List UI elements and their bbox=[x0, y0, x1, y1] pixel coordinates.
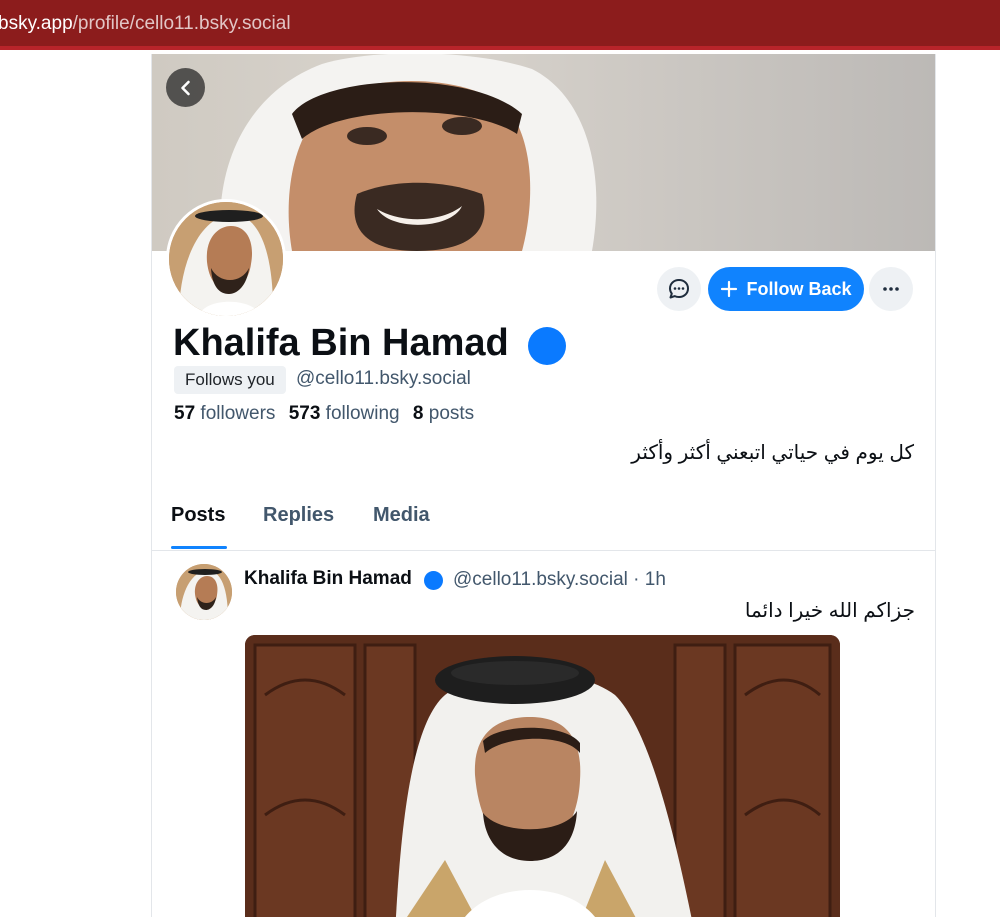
profile-tabs: Posts Replies Media bbox=[152, 494, 935, 551]
tab-replies[interactable]: Replies bbox=[263, 504, 334, 527]
tab-posts[interactable]: Posts bbox=[171, 504, 225, 527]
browser-address-bar[interactable]: bsky.app/profile/cello11.bsky.social bbox=[0, 0, 1000, 50]
chat-icon bbox=[669, 279, 689, 299]
following-stat[interactable]: 573 following bbox=[289, 403, 400, 424]
more-options-button[interactable] bbox=[869, 267, 913, 311]
followers-stat[interactable]: 57 followers bbox=[174, 403, 275, 424]
active-tab-indicator bbox=[171, 546, 227, 549]
avatar-photo bbox=[169, 202, 283, 316]
profile-avatar[interactable] bbox=[166, 199, 286, 319]
plus-icon bbox=[721, 280, 738, 298]
verified-badge-icon[interactable] bbox=[528, 327, 566, 365]
url-path: /profile/cello11.bsky.social bbox=[72, 13, 291, 34]
follow-back-label: Follow Back bbox=[746, 278, 852, 299]
profile-page: Follow Back Khalifa Bin Hamad Follows yo… bbox=[151, 54, 936, 917]
tab-media[interactable]: Media bbox=[373, 504, 430, 527]
post-meta[interactable]: @cello11.bsky.social · 1h bbox=[453, 569, 666, 591]
profile-handle: @cello11.bsky.social bbox=[296, 368, 471, 389]
message-button[interactable] bbox=[657, 267, 701, 311]
post-text: جزاكم الله خيرا دائما bbox=[744, 600, 915, 622]
post-verified-badge-icon[interactable] bbox=[424, 571, 443, 590]
profile-display-name: Khalifa Bin Hamad bbox=[173, 322, 509, 364]
followers-count: 57 bbox=[174, 403, 196, 424]
following-count: 573 bbox=[288, 403, 321, 424]
followers-label: followers bbox=[200, 403, 276, 424]
post-author-avatar[interactable] bbox=[176, 564, 232, 620]
profile-bio: كل يوم في حياتي اتبعني أكثر وأكثر bbox=[631, 442, 914, 464]
post-avatar-photo bbox=[176, 564, 232, 620]
more-horizontal-icon bbox=[883, 287, 899, 291]
follows-you-badge: Follows you bbox=[174, 366, 286, 394]
post-image[interactable] bbox=[245, 635, 840, 917]
post-photo bbox=[245, 635, 840, 917]
profile-stats: 57 followers 573 following 8 posts bbox=[174, 403, 474, 425]
back-arrow-icon bbox=[180, 80, 190, 95]
url-host: bsky.app bbox=[0, 13, 73, 34]
posts-count: 8 bbox=[412, 403, 424, 424]
follow-back-button[interactable]: Follow Back bbox=[708, 267, 864, 311]
posts-label: posts bbox=[428, 403, 475, 424]
post-author-name[interactable]: Khalifa Bin Hamad bbox=[244, 568, 412, 590]
posts-stat: 8 posts bbox=[413, 403, 474, 424]
back-button[interactable] bbox=[166, 68, 205, 107]
following-label: following bbox=[325, 403, 400, 424]
url-text[interactable]: bsky.app/profile/cello11.bsky.social bbox=[0, 13, 291, 35]
